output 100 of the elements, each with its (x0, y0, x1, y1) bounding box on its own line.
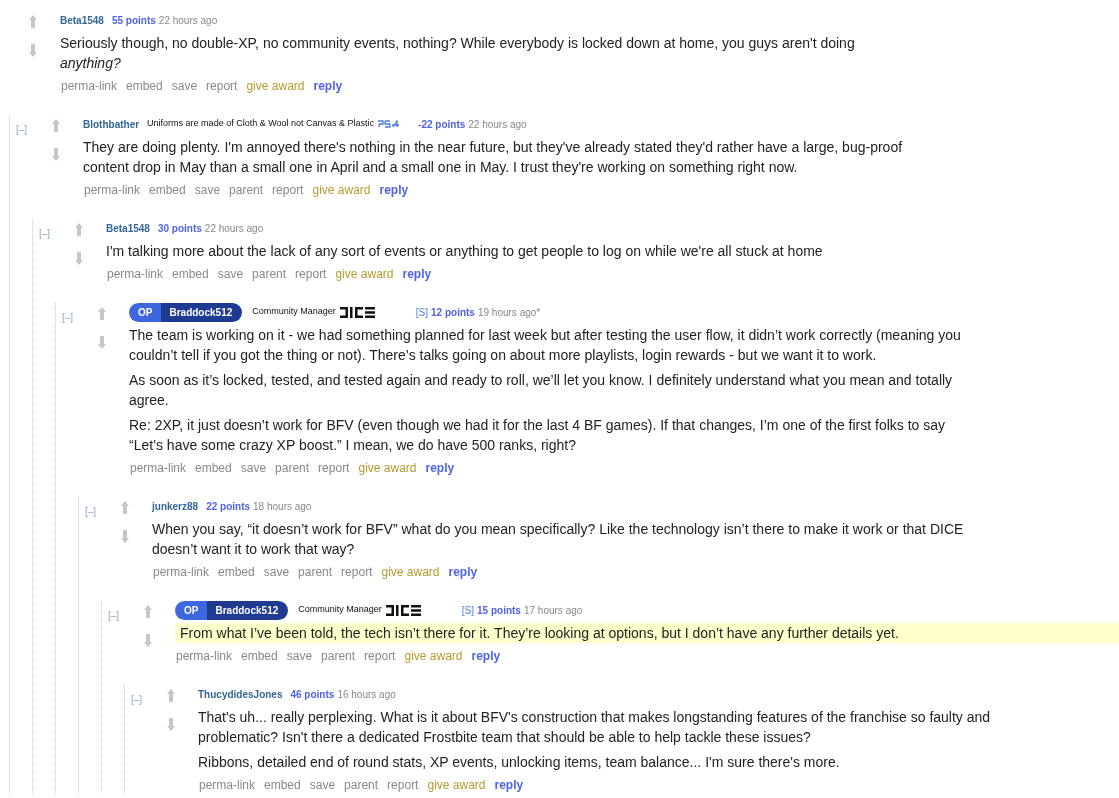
comment-action-link[interactable]: embed (126, 77, 163, 95)
comment-action-link[interactable]: give award (312, 181, 371, 199)
comment-action-link[interactable]: perma-link (107, 265, 163, 283)
comment-action-link[interactable]: give award (381, 563, 440, 581)
comment-action-link[interactable]: give award (358, 459, 417, 477)
downvote-icon[interactable] (74, 251, 84, 266)
comment-text: The team is working on it - we had something planned for last week but after testing the user flow, it didn’t work correctly (meaning you couldn’t tell if you got the thing or not). There’s talks going on about more playlists, login rewards - but we want it to work. (129, 326, 962, 365)
author-link[interactable]: Braddock512 (161, 302, 243, 322)
comment-action-link[interactable]: parent (275, 459, 310, 477)
comment-action-link[interactable]: embed (149, 181, 186, 199)
comment-action-link[interactable]: embed (218, 563, 255, 581)
points: -22 points (418, 117, 466, 132)
collapse-toggle[interactable]: [–] (85, 506, 97, 517)
comment-action-link[interactable]: perma-link (61, 77, 117, 95)
comment-action-link[interactable]: save (217, 265, 244, 283)
author-link[interactable]: Braddock512 (207, 600, 289, 620)
comment-action-link[interactable]: parent (344, 776, 379, 794)
comment-text: That's uh... really perplexing. What is it about BFV's construction that makes longstanding features of the franchise so faulty and problematic? Isn't there a dedicated Frostbite team that should be able to help tackle these issues? (198, 708, 992, 747)
upvote-icon[interactable] (74, 222, 84, 237)
comment-action-link[interactable]: report (341, 563, 373, 581)
downvote-icon[interactable] (143, 633, 153, 648)
comment-text: Ribbons, detailed end of round stats, XP events, unlocking items, team balance... I'm sure there's more. (198, 753, 841, 772)
downvote-icon[interactable] (120, 529, 130, 544)
points: 22 points (206, 499, 251, 514)
comment-action-link[interactable]: embed (195, 459, 232, 477)
collapse-toggle[interactable]: [–] (62, 312, 74, 323)
comment-text: They are doing plenty. I'm annoyed there's nothing in the near future, but they've already stated they'd rather have a large, bug-proof content drop in May than a small one in April and a small one in May. I trust they're working on something right now. (83, 138, 904, 177)
upvote-icon[interactable] (51, 118, 61, 133)
author-link[interactable]: Blothbather (83, 116, 140, 132)
comment-action-link[interactable]: embed (241, 647, 278, 665)
points: 46 points (290, 687, 335, 702)
upvote-icon[interactable] (28, 14, 38, 29)
comment-action-link[interactable]: save (171, 77, 198, 95)
comment-action-link[interactable]: parent (229, 181, 264, 199)
comment-action-link[interactable]: report (318, 459, 350, 477)
comment-action-link[interactable]: perma-link (84, 181, 140, 199)
timestamp: 16 hours ago (337, 687, 396, 702)
comment-action-link[interactable]: perma-link (176, 647, 232, 665)
timestamp: 19 hours ago* (477, 305, 541, 320)
author-link[interactable]: junkerz88 (152, 498, 199, 514)
comment-action-link[interactable]: parent (321, 647, 356, 665)
comment-action-link[interactable]: save (286, 647, 313, 665)
comment-action-link[interactable]: embed (264, 776, 301, 794)
comment-action-link[interactable]: report (387, 776, 419, 794)
author-link[interactable]: Beta1548 (106, 220, 150, 236)
comment-text: From what I’ve been told, the tech isn’t there for it. They’re looking at options, but I don’t have any further details yet. (180, 624, 900, 643)
downvote-icon[interactable] (28, 43, 38, 58)
comment-action-link[interactable]: save (240, 459, 267, 477)
points: 30 points (157, 221, 202, 236)
collapse-toggle[interactable]: [–] (39, 228, 51, 239)
comment-action-link[interactable]: reply (471, 647, 501, 665)
comment-action-link[interactable]: report (295, 265, 327, 283)
downvote-icon[interactable] (51, 147, 61, 162)
comment-action-link[interactable]: reply (448, 563, 478, 581)
comment-action-link[interactable]: reply (425, 459, 455, 477)
staff-tag: [S] (461, 602, 475, 618)
author-link[interactable]: Beta1548 (60, 12, 104, 28)
points: 12 points (431, 305, 475, 320)
collapse-toggle[interactable]: [–] (16, 124, 28, 135)
comment-action-link[interactable]: embed (172, 265, 209, 283)
collapse-toggle[interactable]: [–] (131, 694, 143, 705)
upvote-icon[interactable] (120, 500, 130, 515)
comment-text: Re: 2XP, it just doesn’t work for BFV (even though we had it for the last 4 BF games). If that changes, I’m one of the first folks to say “Let’s have some crazy XP boost.” I mean, we do have 500 ranks, right? (129, 416, 947, 455)
comment-action-link[interactable]: perma-link (153, 563, 209, 581)
comment-action-link[interactable]: give award (404, 647, 463, 665)
author-link[interactable]: ThucydidesJones (198, 686, 283, 702)
comment-action-link[interactable]: reply (402, 265, 432, 283)
points: 15 points (477, 603, 521, 618)
comment-text: I'm talking more about the lack of any sort of events or anything to get people to log on while we're all stuck at home (106, 242, 824, 261)
comment-action-link[interactable]: save (194, 181, 221, 199)
studio-logo-icon (339, 306, 376, 318)
timestamp: 22 hours ago (204, 221, 264, 236)
downvote-icon[interactable] (97, 335, 107, 350)
comment-action-link[interactable]: give award (246, 77, 305, 95)
comment-action-link[interactable]: save (263, 563, 290, 581)
downvote-icon[interactable] (166, 717, 176, 732)
comment-action-link[interactable]: give award (335, 265, 394, 283)
comment-action-link[interactable]: give award (427, 776, 486, 794)
user-flair: Community Manager (252, 305, 336, 319)
comment-text: When you say, “it doesn’t work for BFV” what do you mean specifically? Like the technology isn’t there to make it work or that DICE doesn’t want it to work that way? (152, 520, 965, 559)
comment-action-link[interactable]: report (272, 181, 304, 199)
comment-action-link[interactable]: reply (379, 181, 409, 199)
upvote-icon[interactable] (143, 604, 153, 619)
comment-action-link[interactable]: reply (313, 77, 343, 95)
comment-action-link[interactable]: save (309, 776, 336, 794)
comment-action-link[interactable]: report (206, 77, 238, 95)
timestamp: 17 hours ago (523, 603, 583, 618)
comment-action-link[interactable]: parent (252, 265, 287, 283)
comment-text: As soon as it’s locked, tested, and tested again and ready to roll, we’ll let you know. I definitely understand what you mean and totally agree. (129, 371, 954, 410)
timestamp: 22 hours ago (468, 117, 527, 132)
upvote-icon[interactable] (166, 688, 176, 703)
upvote-icon[interactable] (97, 306, 107, 321)
comment-action-link[interactable]: reply (494, 776, 524, 794)
timestamp: 22 hours ago (158, 13, 218, 28)
comment-action-link[interactable]: parent (298, 563, 333, 581)
collapse-toggle[interactable]: [–] (108, 610, 120, 621)
comment-action-link[interactable]: perma-link (199, 776, 255, 794)
comment-action-link[interactable]: report (364, 647, 396, 665)
comment-text: Seriously though, no double-XP, no community events, nothing? While everybody is locked down at home, you guys aren't doing anything? (60, 34, 856, 73)
comment-action-link[interactable]: perma-link (130, 459, 186, 477)
